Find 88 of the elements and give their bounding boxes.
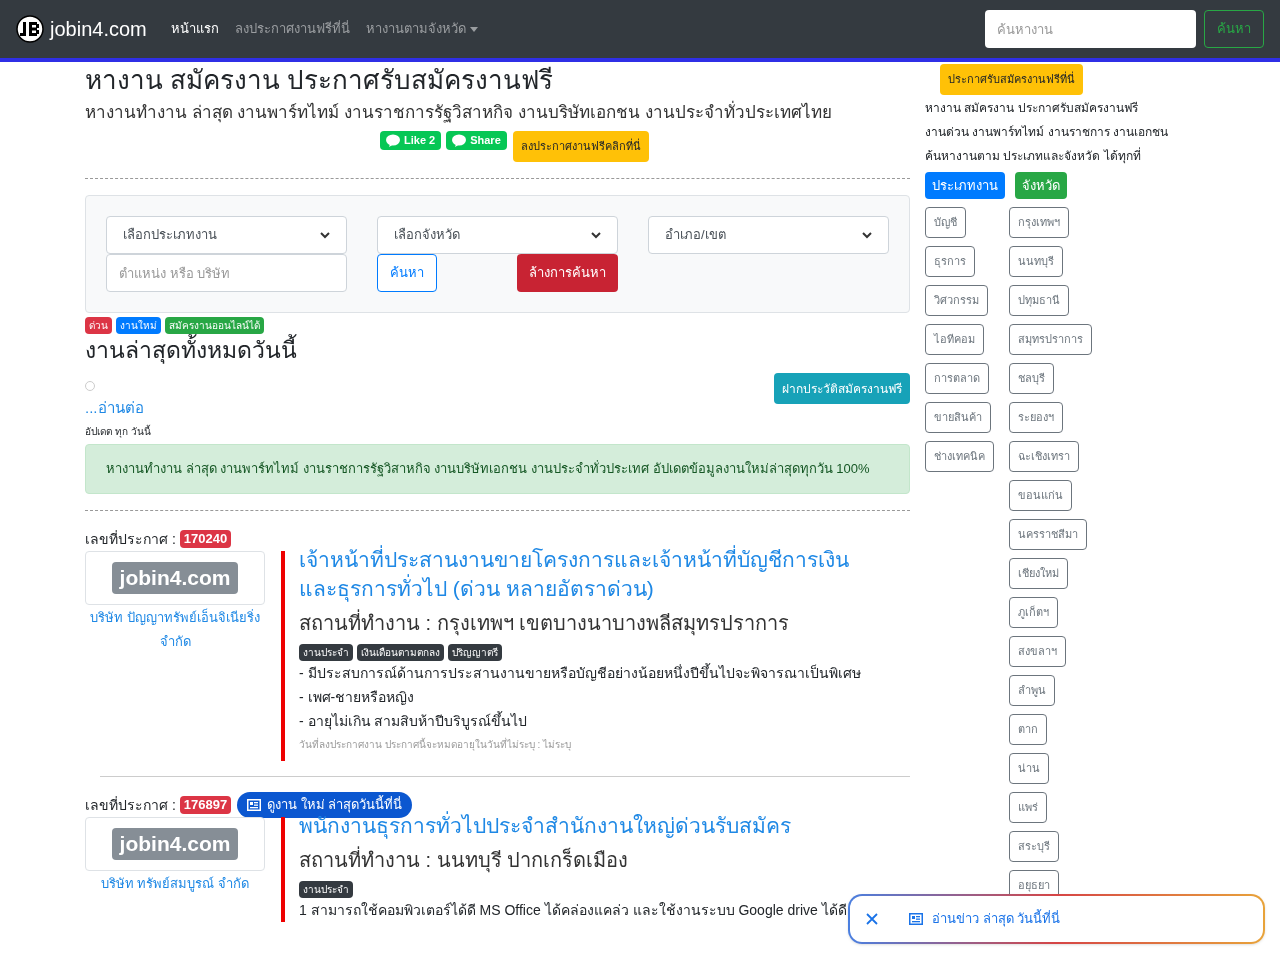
category-button[interactable]: ชลบุรี bbox=[1009, 363, 1054, 394]
category-button[interactable]: ฉะเชิงเทรา bbox=[1009, 441, 1079, 472]
select-value: อำเภอ/เขต bbox=[665, 226, 726, 245]
category-button[interactable]: ระยองฯ bbox=[1009, 402, 1063, 433]
select-value: เลือกจังหวัด bbox=[394, 226, 460, 245]
category-button[interactable]: นครราชสีมา bbox=[1009, 519, 1087, 550]
logo-icon bbox=[16, 15, 44, 43]
job-title-link[interactable]: เจ้าหน้าที่ประสานงานขายโครงการและเจ้าหน้าที่บัญชีการเงินและธุรการทั่วไป (ด่วน หลายอัตราด่วน) bbox=[299, 545, 861, 603]
nav-link[interactable]: ลงประกาศงานฟรีที่นี่ bbox=[234, 19, 350, 39]
category-button[interactable]: ภูเก็ตฯ bbox=[1009, 597, 1058, 628]
nav-link[interactable]: หางานตามจังหวัด bbox=[365, 19, 478, 39]
job-tag: งานประจำ bbox=[299, 644, 353, 661]
category-button[interactable]: บัญชี bbox=[925, 207, 966, 238]
select-value: เลือกประเภทงาน bbox=[123, 226, 217, 245]
job-location: สถานที่ทำงาน : กรุงเทพฯ เขตบางนาบางพลีสมุทรปราการ bbox=[299, 609, 861, 637]
badge: งานใหม่ bbox=[116, 317, 161, 334]
chevron-down-icon bbox=[862, 231, 872, 239]
tab-button[interactable]: ประเภทงาน bbox=[925, 172, 1005, 199]
brand-name[interactable]: jobin4.com bbox=[50, 14, 147, 44]
page-subtitle: หางานทำงาน ล่าสุด งานพาร์ทไทม์ งานราชการรัฐวิสาหกิจ งานบริษัทเอกชน งานประจำทั่วประเทศไทย bbox=[85, 101, 910, 125]
category-button[interactable]: นนทบุรี bbox=[1009, 246, 1063, 277]
company-link[interactable]: บริษัท ปัญญาทรัพย์เอ็นจิเนียริ่ง จำกัด bbox=[85, 606, 265, 654]
job-location: สถานที่ทำงาน : นนทบุรี ปากเกร็ดเมือง bbox=[299, 846, 847, 874]
listing-number-label: เลขที่ประกาศ : bbox=[85, 795, 176, 815]
listing-number: 170240 bbox=[179, 530, 232, 548]
select-field[interactable]: เลือกจังหวัด bbox=[377, 216, 618, 254]
category-button[interactable]: การตลาด bbox=[925, 363, 989, 394]
company-logo: jobin4.com bbox=[111, 828, 239, 860]
category-button[interactable]: น่าน bbox=[1009, 753, 1049, 784]
nav-link[interactable]: หน้าแรก bbox=[170, 19, 219, 39]
job-tag: งานประจำ bbox=[299, 881, 353, 898]
sidebar-text: ค้นหางานตาม ประเภทและจังหวัด ได้ทุกที่ bbox=[925, 146, 1142, 166]
update-note: อัปเดต ทุก วันนี้ bbox=[85, 424, 152, 440]
category-button[interactable]: ตาก bbox=[1009, 714, 1047, 745]
read-more-link[interactable]: ...อ่านต่อ bbox=[85, 398, 144, 418]
category-button[interactable]: ขายสินค้า bbox=[925, 402, 991, 433]
category-button[interactable]: ไอทีคอม bbox=[925, 324, 984, 355]
close-icon[interactable] bbox=[866, 913, 878, 925]
job-detail: - อายุไม่เกิน สามสิบห้าปีบริบูรณ์ขึ้นไป bbox=[299, 710, 529, 732]
clear-button[interactable]: ล้างการค้นหา bbox=[517, 254, 618, 292]
resume-button[interactable]: ฝากประวัติสมัครงานฟรี bbox=[774, 373, 910, 404]
category-button[interactable]: สมุทรปราการ bbox=[1009, 324, 1092, 355]
news-icon bbox=[247, 799, 262, 811]
news-icon bbox=[909, 913, 923, 925]
job-tag: เงินเดือนตามตกลง bbox=[357, 644, 444, 661]
badge: สมัครงานออนไลน์ได้ bbox=[165, 317, 264, 334]
job-tag: ปริญญาตรี bbox=[448, 644, 502, 661]
badge: ด่วน bbox=[85, 317, 112, 334]
chevron-down-icon bbox=[591, 231, 601, 239]
category-button[interactable]: สระบุรี bbox=[1009, 831, 1059, 862]
company-logo: jobin4.com bbox=[111, 562, 239, 594]
job-detail: - มีประสบการณ์ด้านการประสานงานขายหรือบัญชีอย่างน้อยหนึ่งปีขึ้นไปจะพิจารณาเป็นพิเศษ bbox=[299, 662, 861, 683]
category-button[interactable]: วิศวกรรม bbox=[925, 285, 988, 316]
category-button[interactable]: กรุงเทพฯ bbox=[1009, 207, 1069, 238]
select-field[interactable]: เลือกประเภทงาน bbox=[106, 216, 347, 254]
section-title: งานล่าสุดทั้งหมดวันนี้ bbox=[85, 335, 910, 365]
tab-button[interactable]: จังหวัด bbox=[1015, 172, 1067, 199]
category-button[interactable]: ธุรการ bbox=[925, 246, 975, 277]
category-button[interactable]: ลำพูน bbox=[1009, 675, 1055, 706]
news-link[interactable]: อ่านข่าว ล่าสุด วันนี้ที่นี่ bbox=[932, 909, 1061, 929]
listing-number-label: เลขที่ประกาศ : bbox=[85, 529, 176, 549]
category-button[interactable]: ช่างเทคนิค bbox=[925, 441, 994, 472]
post-job-button[interactable]: ประกาศรับสมัครงานฟรีที่นี่ bbox=[940, 64, 1083, 95]
select-field[interactable]: อำเภอ/เขต bbox=[648, 216, 889, 254]
category-button[interactable]: แพร่ bbox=[1009, 792, 1047, 823]
post-job-button[interactable]: ลงประกาศงานฟรีคลิกที่นี่ bbox=[512, 131, 649, 162]
caret-icon bbox=[469, 26, 478, 32]
page-title: หางาน สมัครงาน ประกาศรับสมัครงานฟรี bbox=[85, 64, 555, 97]
filter-search-button[interactable]: ค้นหา bbox=[377, 254, 437, 292]
keyword-field[interactable]: ตำแหน่ง หรือ บริษัท bbox=[106, 254, 347, 292]
sidebar-text: หางาน สมัครงาน ประกาศรับสมัครงานฟรี bbox=[925, 100, 1139, 117]
search-button[interactable]: ค้นหา bbox=[1204, 10, 1264, 48]
chevron-down-icon bbox=[320, 231, 330, 239]
category-button[interactable]: ปทุมธานี bbox=[1009, 285, 1069, 316]
sidebar-text: งานด่วน งานพาร์ทไทม์ งานราชการ งานเอกชน bbox=[925, 124, 1169, 141]
chat-bubble-icon bbox=[386, 134, 400, 147]
info-alert: หางานทำงาน ล่าสุด งานพาร์ทไทม์ งานราชการรัฐวิสาหกิจ งานบริษัทเอกชน งานประจำทั่วประเทศ อัปเดตข้อมูลงานใหม่ล่าสุดทุกวัน 100% bbox=[85, 444, 910, 494]
news-pill-link[interactable]: ดูงาน ใหม่ ล่าสุดวันนี้ที่นี่ bbox=[237, 792, 413, 818]
listing-number: 176897 bbox=[179, 796, 232, 814]
search-field[interactable]: ค้นหางาน bbox=[985, 10, 1196, 48]
category-button[interactable]: เชียงใหม่ bbox=[1009, 558, 1068, 589]
category-button[interactable]: สงขลาฯ bbox=[1009, 636, 1066, 667]
category-button[interactable]: ขอนแก่น bbox=[1009, 480, 1072, 511]
chat-bubble-icon bbox=[452, 134, 467, 147]
job-detail: 1 สามารถใช้คอมพิวเตอร์ได้ดี MS Office ได้คล่องแคล่ว และใช้งานระบบ Google drive ได้ดี bbox=[299, 901, 847, 920]
company-link[interactable]: บริษัท ทรัพย์สมบูรณ์ จำกัด bbox=[100, 872, 250, 896]
job-footer: วันที่ลงประกาศงาน ประกาศนี้จะหมดอายุในวันที่ไม่ระบุ : ไม่ระบุ bbox=[299, 737, 861, 753]
job-detail: - เพศ-ชายหรือหญิง bbox=[299, 688, 416, 707]
